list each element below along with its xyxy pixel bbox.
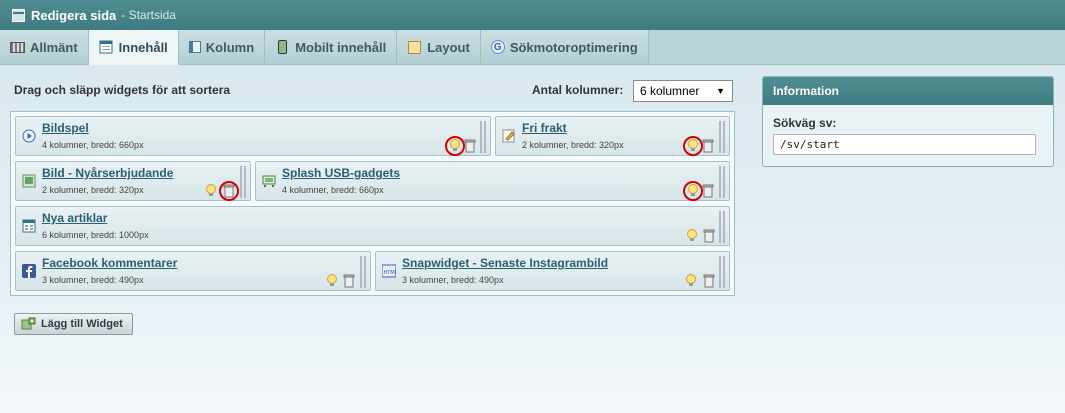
widget-splash-usb-gadgets[interactable]: Splash USB-gadgets 4 kolumner, bredd: 66… [255, 161, 730, 201]
widget-snapwidget-instagram[interactable]: HTML Snapwidget - Senaste Instagrambild … [375, 251, 730, 291]
page-icon [12, 8, 25, 22]
highlight-circle [683, 181, 703, 201]
lightbulb-icon[interactable] [684, 274, 698, 288]
path-label: Sökväg sv: [773, 116, 837, 130]
widget-fri-frakt[interactable]: Fri frakt 2 kolumner, bredd: 320px [495, 116, 730, 156]
drag-handle[interactable] [480, 121, 486, 153]
highlight-circle [683, 136, 703, 156]
highlight-circle [219, 181, 239, 201]
drag-handle[interactable] [240, 166, 246, 198]
tab-label: Innehåll [118, 39, 168, 55]
information-panel: Information Sökväg sv: /sv/start [762, 76, 1054, 167]
image-icon [22, 174, 36, 188]
widget-facebook-kommentarer[interactable]: Facebook kommentarer 3 kolumner, bredd: … [15, 251, 371, 291]
widget-info: 2 kolumner, bredd: 320px [42, 185, 144, 195]
drag-handle[interactable] [719, 166, 725, 198]
drag-instructions: Drag och släpp widgets för att sortera [14, 83, 231, 97]
path-field[interactable]: /sv/start [773, 134, 1036, 155]
widget-name[interactable]: Bildspel [42, 121, 89, 135]
column-count-label: Antal kolumner: [532, 83, 624, 97]
facebook-icon [22, 264, 36, 278]
svg-text:HTML: HTML [384, 270, 397, 276]
tab-label: Sökmotoroptimering [509, 39, 638, 55]
trash-icon[interactable] [702, 139, 714, 153]
widget-info: 4 kolumner, bredd: 660px [42, 140, 144, 150]
info-panel-title: Information [763, 77, 1053, 105]
splash-icon [262, 175, 276, 187]
widget-info: 3 kolumner, bredd: 490px [402, 275, 504, 285]
widget-name[interactable]: Nya artiklar [42, 211, 107, 225]
add-widget-icon [21, 317, 36, 330]
widget-nya-artiklar[interactable]: Nya artiklar 6 kolumner, bredd: 1000px [15, 206, 730, 246]
highlight-circle [445, 136, 465, 156]
tab-sokmotoroptimering[interactable]: G Sökmotoroptimering [480, 30, 649, 64]
trash-icon[interactable] [343, 274, 355, 288]
tab-layout[interactable]: Layout [397, 30, 481, 64]
articles-icon [22, 219, 36, 233]
add-widget-button[interactable]: Lägg till Widget [14, 313, 133, 335]
widget-grid: Bildspel 4 kolumner, bredd: 660px Fri fr… [10, 111, 735, 296]
window-subtitle: - Startsida [121, 8, 176, 22]
drag-handle[interactable] [719, 256, 725, 288]
tab-kolumn[interactable]: Kolumn [178, 30, 266, 64]
widget-bild-nyarserbjudande[interactable]: Bild - Nyårserbjudande 2 kolumner, bredd… [15, 161, 251, 201]
add-widget-label: Lägg till Widget [41, 318, 123, 330]
mobile-icon [275, 40, 290, 54]
window-titlebar: Redigera sida - Startsida [0, 0, 1065, 30]
tab-allmant[interactable]: Allmänt [0, 30, 89, 64]
content-icon [99, 40, 114, 54]
dropdown-arrow-icon: ▼ [716, 86, 725, 96]
trash-icon[interactable] [703, 229, 715, 243]
tab-label: Mobilt innehåll [295, 39, 387, 55]
tab-label: Allmänt [30, 39, 78, 55]
widget-info: 6 kolumner, bredd: 1000px [42, 230, 149, 240]
trash-icon[interactable] [464, 139, 476, 153]
lightbulb-icon[interactable] [685, 229, 699, 243]
widget-info: 4 kolumner, bredd: 660px [282, 185, 384, 195]
google-icon: G [490, 40, 505, 54]
widget-name[interactable]: Snapwidget - Senaste Instagrambild [402, 256, 608, 270]
grid-icon [10, 41, 25, 53]
tab-mobilt-innehall[interactable]: Mobilt innehåll [265, 30, 398, 64]
drag-handle[interactable] [719, 121, 725, 153]
trash-icon[interactable] [702, 184, 714, 198]
widget-info: 2 kolumner, bredd: 320px [522, 140, 624, 150]
trash-icon[interactable] [703, 274, 715, 288]
tab-label: Layout [427, 39, 470, 55]
window-title: Redigera sida [31, 7, 117, 23]
column-count-value: 6 kolumner [640, 84, 700, 98]
column-icon [188, 41, 201, 53]
html-icon: HTML [382, 264, 396, 278]
widget-name[interactable]: Facebook kommentarer [42, 256, 177, 270]
drag-handle[interactable] [719, 211, 725, 243]
tab-innehall[interactable]: Innehåll [88, 30, 179, 65]
widget-name[interactable]: Fri frakt [522, 121, 567, 135]
widget-bildspel[interactable]: Bildspel 4 kolumner, bredd: 660px [15, 116, 491, 156]
tab-label: Kolumn [205, 39, 255, 55]
drag-handle[interactable] [360, 256, 366, 288]
widget-name[interactable]: Bild - Nyårserbjudande [42, 166, 173, 180]
lightbulb-icon[interactable] [325, 274, 339, 288]
tab-bar: Allmänt Innehåll Kolumn Mobilt innehåll … [0, 30, 1065, 65]
layout-icon [407, 40, 422, 54]
widget-name[interactable]: Splash USB-gadgets [282, 166, 400, 180]
lightbulb-icon[interactable] [204, 184, 218, 198]
column-count-select[interactable]: 6 kolumner ▼ [633, 80, 733, 102]
widget-info: 3 kolumner, bredd: 490px [42, 275, 144, 285]
slideshow-icon [22, 129, 36, 143]
text-edit-icon [502, 129, 515, 143]
